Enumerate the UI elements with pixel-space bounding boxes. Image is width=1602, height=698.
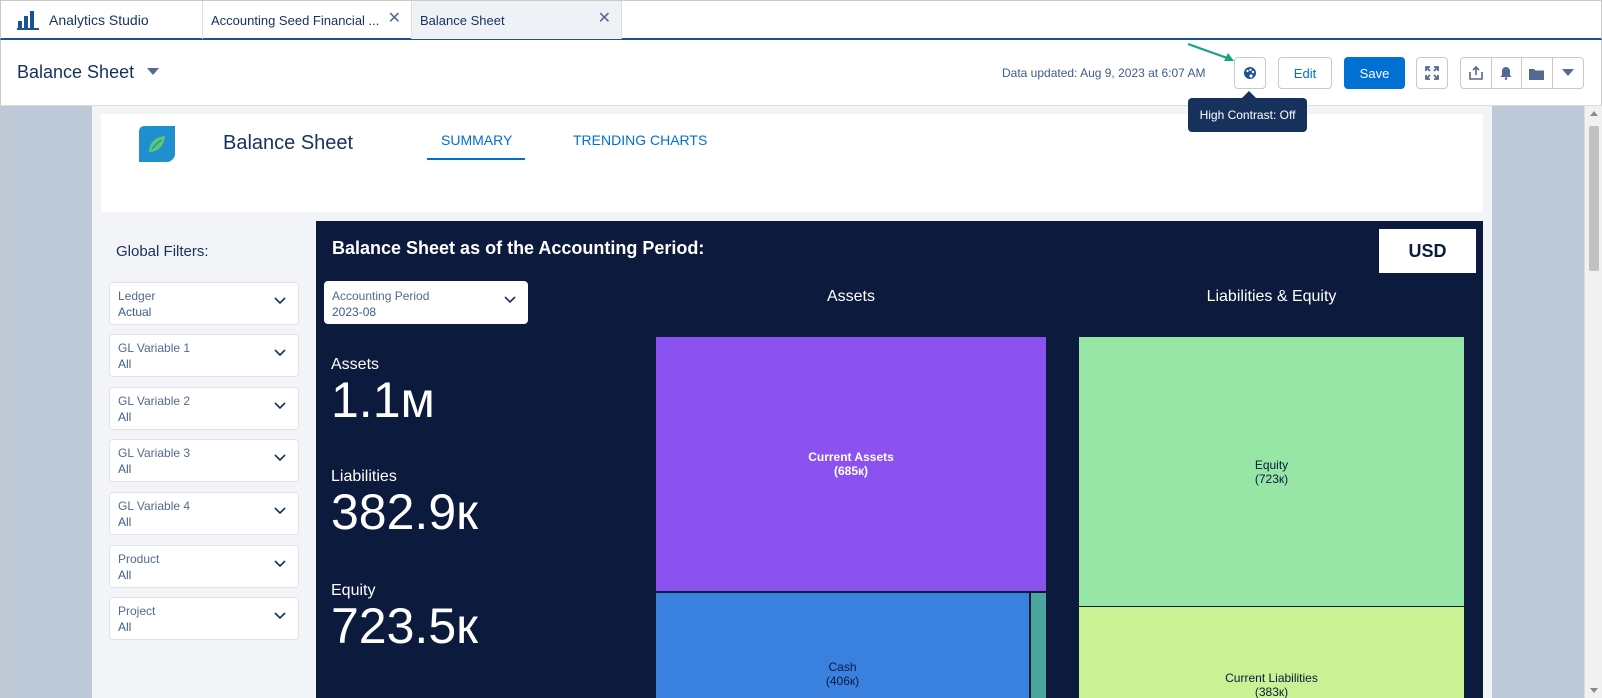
treemap-current-liabilities[interactable]: Current Liabilities (383к) [1079,606,1464,698]
chevron-down-icon [1561,69,1574,76]
close-icon[interactable]: ✕ [598,11,611,27]
tab-label: Accounting Seed Financial ... [211,12,380,28]
filter-label: GL Variable 1 [118,341,191,355]
metric-liabilities-value: 382.9к [331,484,478,540]
chevron-down-icon [274,402,286,410]
treemap-value: (685к) [833,464,869,478]
share-button[interactable] [1461,58,1492,88]
bell-icon [1500,67,1512,80]
more-actions-button[interactable] [1553,58,1583,88]
palette-icon [1244,67,1256,79]
tab-trending-charts[interactable]: TRENDING CHARTS [573,132,707,148]
treemap-value: (406к) [825,673,860,688]
treemap-value: (383к) [1254,684,1289,698]
filter-value: All [118,462,132,476]
filter-value: Actual [118,305,152,319]
filter-gl-variable-4[interactable]: GL Variable 4 All [109,492,299,535]
chevron-down-icon [504,296,516,304]
filter-gl-variable-2[interactable]: GL Variable 2 All [109,387,299,430]
filter-label: GL Variable 2 [118,394,191,408]
filter-value: All [118,357,132,371]
filter-label: Accounting Period [332,289,430,303]
data-updated-text: Data updated: Aug 9, 2023 at 6:07 AM [1002,66,1206,80]
vertical-scrollbar[interactable] [1584,106,1602,698]
app-launcher[interactable]: Analytics Studio [1,1,203,39]
chevron-down-icon [274,349,286,357]
chevron-down-icon [274,612,286,620]
tab-label: Balance Sheet [420,12,505,28]
treemap-current-assets[interactable]: Current Assets (685к) [656,337,1046,591]
treemap-equity[interactable]: Equity (723к) [1079,337,1464,606]
treemap-label: Cash [828,659,857,674]
tab-accounting-seed[interactable]: Accounting Seed Financial ... ✕ [203,1,412,39]
assets-chart-title: Assets [826,288,875,305]
currency-badge: USD [1379,229,1476,273]
collection-button[interactable] [1522,58,1553,88]
active-tab-indicator [427,158,525,160]
treemap-label: Current Liabilities [1225,670,1318,685]
chevron-down-icon [274,560,286,568]
filter-label: GL Variable 4 [118,499,191,513]
accounting-period-filter[interactable]: Accounting Period 2023-08 [324,281,528,324]
filter-label: Project [118,604,156,618]
treemap-cash[interactable]: Cash (406к) [656,592,1029,698]
action-button-group [1460,57,1584,89]
scroll-down-icon[interactable] [1590,688,1598,693]
filter-gl-variable-1[interactable]: GL Variable 1 All [109,334,299,377]
filter-value: All [118,515,132,529]
chevron-down-icon [274,297,286,305]
tab-summary[interactable]: SUMMARY [441,132,512,148]
filter-product[interactable]: Product All [109,545,299,588]
metric-equity-value: 723.5к [331,598,478,654]
high-contrast-tooltip: High Contrast: Off [1188,91,1307,132]
tab-balance-sheet[interactable]: Balance Sheet ✕ [412,1,622,39]
chevron-down-icon[interactable] [147,68,159,75]
filter-label: Ledger [118,289,156,303]
notification-button[interactable] [1492,58,1522,88]
chevron-down-icon [274,454,286,462]
folder-icon [1529,68,1545,80]
scroll-thumb[interactable] [1589,126,1599,271]
panel-title: Balance Sheet as of the Accounting Perio… [332,238,705,258]
save-button[interactable]: Save [1344,57,1405,89]
chevron-down-icon [274,507,286,515]
dashboard-title: Balance Sheet [223,132,354,154]
global-filters-title: Global Filters: [116,243,209,260]
filter-value: All [118,568,132,582]
high-contrast-button[interactable] [1234,57,1266,89]
scroll-up-icon[interactable] [1590,111,1598,116]
filter-ledger[interactable]: Ledger Actual [109,282,299,325]
filter-value: 2023-08 [332,305,377,319]
company-logo-icon [139,126,175,162]
tab-bar: Analytics Studio Accounting Seed Financi… [0,0,1602,40]
treemap-label: Equity [1254,457,1289,472]
edit-button[interactable]: Edit [1278,57,1332,89]
treemap-label: Current Assets [808,450,894,464]
filter-value: All [118,410,132,424]
balance-sheet-panel: Balance Sheet as of the Accounting Perio… [316,221,1483,698]
expand-icon [1425,66,1439,80]
dashboard-header: Balance Sheet Data updated: Aug 9, 2023 … [0,40,1602,106]
share-icon [1468,66,1483,80]
app-title: Analytics Studio [49,12,149,28]
treemap-value: (723к) [1254,471,1289,486]
filter-gl-variable-3[interactable]: GL Variable 3 All [109,439,299,482]
close-icon[interactable]: ✕ [388,11,401,27]
annotation-arrow-icon [1187,42,1234,61]
filter-label: Product [118,552,160,566]
page-title: Balance Sheet [17,62,135,82]
analytics-logo-icon [17,11,39,30]
filter-project[interactable]: Project All [109,597,299,640]
fullscreen-button[interactable] [1416,57,1448,89]
liabilities-equity-chart-title: Liabilities & Equity [1206,288,1337,305]
filter-label: GL Variable 3 [118,446,191,460]
treemap-other-asset[interactable] [1030,592,1046,698]
filter-value: All [118,620,132,634]
metric-assets-value: 1.1м [331,372,435,428]
